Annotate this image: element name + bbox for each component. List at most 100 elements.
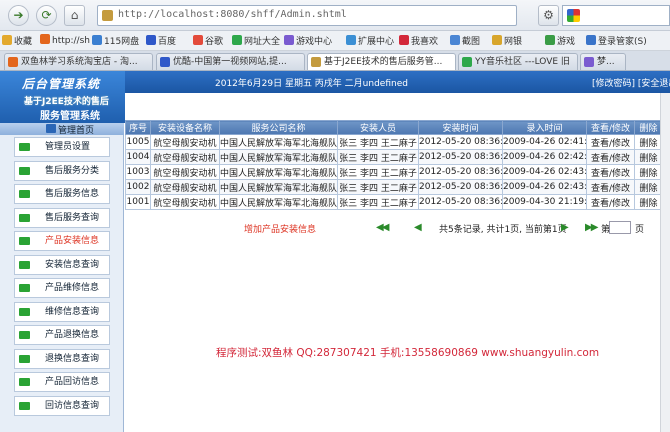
sidebar-item[interactable]: 售后服务信息	[14, 184, 110, 204]
table-cell: 航空母舰安动机	[150, 194, 220, 210]
sidebar-item[interactable]: 售后服务分类	[14, 160, 110, 181]
home-icon	[46, 124, 56, 133]
bookmark-item[interactable]: 115网盘	[92, 34, 139, 47]
bookmark-item[interactable]: 扩展中心	[346, 34, 394, 47]
table-row: 1001 航空母舰安动机 中国人民解放军海军北海舰队 张三 李四 王二麻子 2012-0…	[125, 194, 663, 210]
sidebar-item[interactable]: 售后服务查询	[14, 207, 110, 228]
back-button[interactable]: ➔	[8, 5, 29, 26]
main-content: 序号 安装设备名称 服务公司名称 安装人员 安装时间 录入时间 查看/修改 删除 1005 航空…	[125, 93, 670, 432]
table-cell: 2009-04-26 02:42:37	[502, 149, 587, 165]
table-cell: 2009-04-26 02:43:33	[502, 179, 587, 195]
column-header: 安装人员	[337, 120, 419, 135]
sidebar-item-label: 售后服务查询	[45, 212, 100, 223]
table-cell: 张三 李四 王二麻子	[337, 164, 419, 180]
bookmark-item[interactable]: 百度	[146, 34, 176, 47]
bookmark-label: 游戏中心	[296, 37, 333, 47]
sidebar-item-label: 退换信息查询	[45, 353, 100, 364]
prev-page-icon[interactable]: ◀	[414, 222, 422, 233]
sidebar-item[interactable]: 回访信息查询	[14, 395, 110, 416]
column-header: 查看/修改	[586, 120, 635, 135]
pager: 增加产品安装信息 ◀◀ ◀ 共5条记录, 共计1页, 当前第1页 ▶ ▶▶ 第 …	[125, 221, 670, 235]
arrow-icon	[19, 260, 30, 269]
header-links[interactable]: [修改密码] [安全退出]	[592, 76, 670, 89]
delete-link[interactable]: 删除	[634, 194, 663, 210]
bookmark-item[interactable]: 登录管家(S)	[586, 34, 647, 47]
bookmark-label: 网址大全	[244, 37, 281, 47]
bookmark-label: 115网盘	[104, 37, 140, 47]
table-cell: 2012-05-20 08:36:25	[418, 194, 503, 210]
browser-tab[interactable]: YY音乐社区 ---LOVE 旧	[458, 53, 578, 70]
refresh-icon[interactable]: ⟳	[36, 5, 57, 26]
bookmark-icon	[92, 35, 102, 45]
sidebar-item[interactable]: 产品退换信息	[14, 325, 110, 345]
browser-tab[interactable]: 优酷-中国第一视频网站,提...	[156, 53, 305, 70]
search-input[interactable]	[562, 5, 670, 26]
address-url: http://localhost:8080/shff/Admin.shtml	[118, 9, 347, 20]
view-edit-link[interactable]: 查看/修改	[586, 164, 635, 180]
sidebar-item[interactable]: 产品回访信息	[14, 372, 110, 392]
bookmarks-bar: 收藏 http://sh 115网盘 百度 谷歌 网址大全 游戏中心 扩展中心 我喜欢 截图 网银 游…	[0, 31, 670, 51]
delete-link[interactable]: 删除	[634, 149, 663, 165]
bookmark-label: 登录管家(S)	[598, 37, 647, 47]
tab-favicon-icon	[584, 57, 594, 67]
sidebar-item[interactable]: 管理员设置	[14, 137, 110, 157]
bookmark-item[interactable]: 截图	[450, 34, 480, 47]
arrow-icon	[19, 284, 30, 292]
tab-label: 优酷-中国第一视频网站,提...	[173, 57, 287, 67]
tab-label: 梦...	[597, 57, 615, 67]
sidebar-item[interactable]: 维修信息查询	[14, 301, 110, 322]
table-cell: 中国人民解放军海军北海舰队	[219, 149, 338, 165]
delete-link[interactable]: 删除	[634, 179, 663, 195]
sidebar-item[interactable]: 退换信息查询	[14, 348, 110, 369]
add-install-link[interactable]: 增加产品安装信息	[244, 222, 316, 235]
bookmark-item[interactable]: 网址大全	[232, 34, 280, 47]
sidebar-item[interactable]: 安装信息查询	[14, 254, 110, 275]
column-header: 安装设备名称	[150, 120, 220, 135]
bookmark-item[interactable]: http://sh	[40, 34, 90, 46]
bookmark-item[interactable]: 收藏	[2, 34, 32, 47]
browser-tab[interactable]: 梦...	[580, 53, 626, 70]
bookmark-item[interactable]: 游戏	[545, 34, 575, 47]
view-edit-link[interactable]: 查看/修改	[586, 149, 635, 165]
browser-tab[interactable]: 基于J2EE技术的售后服务管...	[307, 53, 456, 70]
next-page-icon[interactable]: ▶	[561, 222, 569, 233]
delete-link[interactable]: 删除	[634, 134, 663, 150]
column-header: 删除	[634, 120, 663, 135]
arrow-icon	[19, 143, 30, 151]
last-page-icon[interactable]: ▶▶	[585, 222, 598, 233]
bookmark-icon	[399, 35, 409, 45]
sidebar-item-label: 售后服务分类	[45, 165, 100, 176]
bookmark-label: 谷歌	[205, 37, 224, 47]
view-edit-link[interactable]: 查看/修改	[586, 179, 635, 195]
table-cell: 张三 李四 王二麻子	[337, 194, 419, 210]
sidebar-item[interactable]: 产品维修信息	[14, 278, 110, 298]
sidebar-head-label: 管理首页	[58, 126, 95, 136]
table-cell: 航空母舰安动机	[150, 179, 220, 195]
arrow-icon	[19, 331, 30, 339]
view-edit-link[interactable]: 查看/修改	[586, 134, 635, 150]
sidebar-item[interactable]: 产品安装信息	[14, 231, 110, 251]
view-edit-link[interactable]: 查看/修改	[586, 194, 635, 210]
shield-icon[interactable]: ⚙	[538, 5, 559, 26]
table-cell: 1003	[125, 164, 151, 180]
page-scrollbar[interactable]	[660, 93, 670, 432]
bookmark-label: 网银	[504, 37, 523, 47]
sidebar-item-label: 售后服务信息	[45, 189, 100, 199]
sidebar-item-label: 产品安装信息	[45, 236, 100, 246]
home-icon[interactable]: ⌂	[64, 5, 85, 26]
page-number-input[interactable]	[609, 221, 631, 234]
browser-toolbar: ➔ ⟳ ⌂ http://localhost:8080/shff/Admin.s…	[0, 0, 670, 31]
bookmark-item[interactable]: 游戏中心	[284, 34, 332, 47]
table-header: 序号 安装设备名称 服务公司名称 安装人员 安装时间 录入时间 查看/修改 删除	[125, 120, 663, 135]
bookmark-label: http://sh	[52, 36, 90, 46]
bookmark-item[interactable]: 我喜欢	[399, 34, 438, 47]
tab-label: 双鱼林学习系统淘宝店 - 淘...	[21, 57, 138, 67]
table-cell: 中国人民解放军海军北海舰队	[219, 179, 338, 195]
browser-tab[interactable]: 双鱼林学习系统淘宝店 - 淘...	[4, 53, 153, 70]
address-bar[interactable]: http://localhost:8080/shff/Admin.shtml	[97, 5, 517, 26]
bookmark-item[interactable]: 谷歌	[193, 34, 223, 47]
first-page-icon[interactable]: ◀◀	[376, 222, 389, 233]
sidebar-head[interactable]: 管理首页	[0, 123, 124, 136]
delete-link[interactable]: 删除	[634, 164, 663, 180]
bookmark-item[interactable]: 网银	[492, 34, 522, 47]
